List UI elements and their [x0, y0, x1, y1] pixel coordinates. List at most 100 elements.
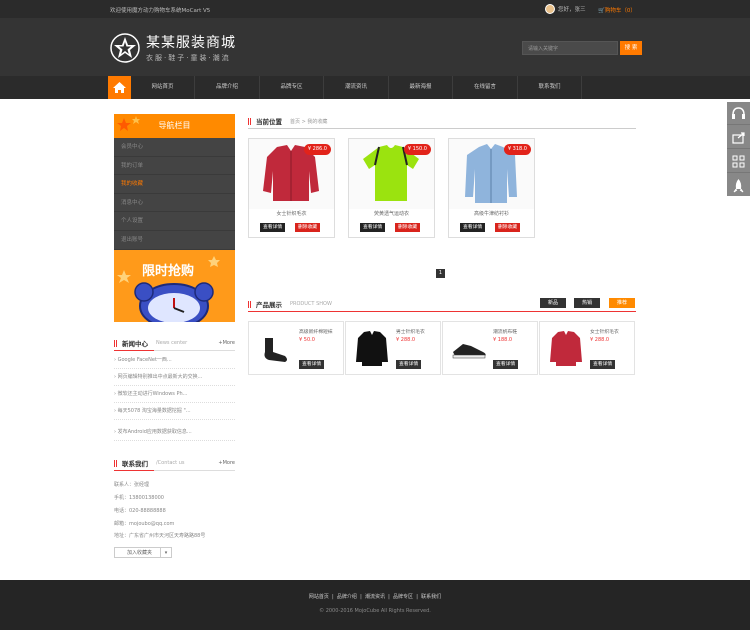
cart-icon: 🛒	[598, 8, 605, 14]
sidebar-item-member[interactable]: 会员中心	[114, 138, 235, 157]
remove-favorite-button[interactable]: 删除收藏	[295, 223, 321, 232]
nav-item-brand-zone[interactable]: 品牌专区	[260, 76, 324, 99]
tab-recommend[interactable]: 推荐	[609, 298, 635, 308]
section-bar-icon	[114, 340, 117, 347]
product-price: ¥ 50.0	[299, 337, 315, 343]
favorite-card: ¥ 150.0 荧黄透气运动衣 查看详情 删除收藏	[348, 138, 435, 238]
news-more-link[interactable]: +More	[218, 340, 235, 346]
breadcrumb-title: 当前位置	[256, 118, 282, 126]
contact-email: 邮箱：mojoubo@qq.com	[114, 521, 175, 527]
sidebar-item-logout[interactable]: 退出账号	[114, 231, 235, 250]
copyright: © 2000-2016 MojoCube All Rights Reserved…	[319, 608, 431, 614]
product-name[interactable]: 女士针织毛衣	[590, 328, 619, 335]
view-details-button[interactable]: 查看详情	[460, 223, 486, 232]
view-details-button[interactable]: 查看详情	[360, 223, 386, 232]
view-details-button[interactable]: 查看详情	[299, 360, 325, 369]
customer-service-button[interactable]	[727, 102, 750, 125]
remove-favorite-button[interactable]: 删除收藏	[395, 223, 421, 232]
floating-toolbar	[727, 102, 750, 196]
logo-title: 某某服装商城	[146, 35, 236, 51]
product-name[interactable]: 男士针织毛衣	[396, 328, 425, 335]
view-details-button[interactable]: 查看详情	[590, 360, 616, 369]
tab-new[interactable]: 新品	[540, 298, 566, 308]
cart-link[interactable]: 🛒购物车（0）	[598, 6, 636, 14]
remove-favorite-button[interactable]: 删除收藏	[495, 223, 521, 232]
footer-link-trends[interactable]: 潮流资讯	[365, 594, 385, 600]
sidebar-item-favorites[interactable]: 我的收藏	[114, 175, 235, 194]
share-button[interactable]	[727, 126, 750, 149]
footer-link-brand-intro[interactable]: 品牌介绍	[337, 594, 357, 600]
nav-item-home[interactable]: 网站首页	[131, 76, 195, 99]
contact-address: 地址：广东省广州市天河区天寿路路88号	[114, 533, 206, 539]
nav-item-posters[interactable]: 最新海报	[389, 76, 453, 99]
product-name[interactable]: 高级新纤棉短袜	[299, 328, 333, 335]
view-details-button[interactable]: 查看详情	[396, 360, 422, 369]
products-subtitle: PRODUCT SHOW	[290, 301, 332, 307]
tab-hot[interactable]: 热销	[574, 298, 600, 308]
price-badge: ¥ 150.0	[403, 144, 431, 155]
news-subtitle: News center	[156, 340, 188, 346]
search-input[interactable]: 请输入关键字	[522, 41, 618, 55]
news-item[interactable]: › Google FaceNet一西...	[114, 352, 235, 369]
nav-item-brand-intro[interactable]: 品牌介绍	[195, 76, 260, 99]
nav-home-button[interactable]	[108, 76, 131, 99]
news-item[interactable]: › 发布Android应用数据获取信息...	[114, 424, 235, 441]
contact-title: 联系我们	[122, 460, 148, 468]
logo[interactable]: 某某服装商城 衣服·鞋子·童装·潮流	[110, 32, 236, 63]
sidebar-title: 导航栏目	[114, 114, 235, 138]
search-button[interactable]: 搜 索	[620, 41, 642, 55]
page-number-button[interactable]: 1	[436, 269, 445, 278]
flash-sale-banner[interactable]: 限时抢购	[114, 250, 235, 322]
sidebar-title-label: 导航栏目	[158, 121, 191, 130]
product-name[interactable]: 荧黄透气运动衣	[349, 210, 434, 217]
product-name[interactable]: 高级牛津纺衬衫	[449, 210, 534, 217]
product-price: ¥ 188.0	[493, 337, 513, 343]
logo-subtitle: 衣服·鞋子·童装·潮流	[146, 54, 231, 62]
sneaker-icon[interactable]	[447, 326, 491, 370]
product-name[interactable]: 潮流帆布鞋	[493, 328, 517, 335]
news-item-text: 发布Android应用数据获取信息...	[117, 429, 192, 435]
news-item[interactable]: › 微软还主动进行Windows Ph...	[114, 386, 235, 403]
contact-header: 联系我们 /Contact us +More	[114, 457, 235, 471]
footer-link-contact[interactable]: 联系我们	[421, 594, 441, 600]
headset-icon	[732, 107, 745, 119]
nav-item-trends[interactable]: 潮流资讯	[324, 76, 389, 99]
cardigan-icon[interactable]	[544, 326, 588, 370]
cardigan-icon[interactable]	[350, 326, 394, 370]
qrcode-button[interactable]	[727, 150, 750, 173]
news-item[interactable]: › 网页编辑特别推出中点最新大的交换...	[114, 369, 235, 386]
dropdown-arrow-icon: ▾	[160, 548, 171, 557]
user-info[interactable]: 您好，张三	[545, 4, 586, 14]
contact-person: 联系人：张经理	[114, 482, 150, 488]
product-name[interactable]: 女士针织毛衣	[249, 210, 334, 217]
share-icon	[732, 132, 745, 144]
breadcrumb-path[interactable]: 首页 > 我的收藏	[290, 118, 327, 125]
top-bar: 欢迎使用魔方动力购物车系统MoCart V5 您好，张三 🛒购物车（0）	[0, 0, 750, 18]
footer: 网站首页 | 品牌介绍 | 潮流资讯 | 品牌专区 | 联系我们 © 2000-…	[0, 580, 750, 630]
sidebar-item-messages[interactable]: 消息中心	[114, 194, 235, 213]
sock-icon[interactable]	[253, 326, 297, 370]
contact-more-link[interactable]: +More	[218, 460, 235, 466]
favorite-card: ¥ 318.0 高级牛津纺衬衫 查看详情 删除收藏	[448, 138, 535, 238]
contact-phone: 电话：020-88888888	[114, 508, 166, 514]
cart-label: 购物车（0）	[604, 8, 636, 14]
welcome-text: 欢迎使用魔方动力购物车系统MoCart V5	[110, 8, 211, 14]
footer-links: 网站首页 | 品牌介绍 | 潮流资讯 | 品牌专区 | 联系我们	[308, 594, 442, 600]
user-greeting[interactable]: 您好，张三	[558, 5, 586, 13]
view-details-button[interactable]: 查看详情	[260, 223, 286, 232]
news-item[interactable]: › 每天5078 淘宝海量数据挖掘 "...	[114, 403, 235, 420]
view-details-button[interactable]: 查看详情	[493, 360, 519, 369]
footer-link-home[interactable]: 网站首页	[309, 594, 329, 600]
news-item-text: Google FaceNet一西...	[117, 357, 172, 363]
news-title: 新闻中心	[122, 340, 148, 348]
back-to-top-button[interactable]	[727, 174, 750, 197]
sidebar-item-orders[interactable]: 我的订单	[114, 157, 235, 176]
products-title: 产品展示	[256, 301, 282, 309]
nav-item-contact[interactable]: 联系我们	[518, 76, 582, 99]
add-favorite-button[interactable]: 加入收藏夹 ▾	[114, 547, 172, 558]
avatar	[545, 4, 555, 14]
home-icon	[113, 82, 126, 93]
nav-item-message[interactable]: 在线留言	[453, 76, 518, 99]
footer-link-brand-zone[interactable]: 品牌专区	[393, 594, 413, 600]
sidebar-item-settings[interactable]: 个人设置	[114, 212, 235, 231]
